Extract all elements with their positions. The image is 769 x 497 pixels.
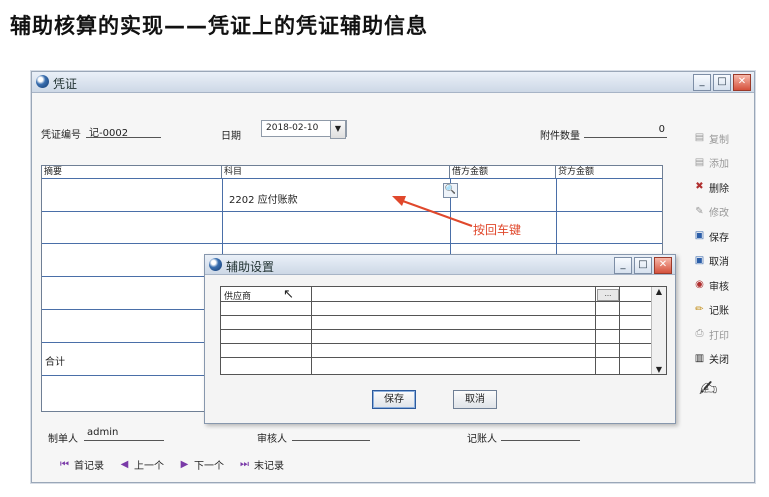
next-record-button[interactable]: ▶ 下一个: [178, 457, 224, 473]
col-header-credit: 贷方金额: [558, 167, 595, 177]
poster-field: [501, 427, 580, 441]
post-icon: ✏: [695, 303, 704, 315]
reviewer-label: 审核人: [257, 434, 287, 445]
aux-minimize-button[interactable]: _: [614, 257, 632, 274]
print-button[interactable]: ⎙ 打印: [693, 322, 753, 347]
audit-icon: ◉: [695, 279, 704, 291]
close-icon: ▥: [694, 352, 705, 364]
edit-icon: ✎: [695, 205, 704, 217]
cancel-icon: ▣: [694, 254, 705, 266]
annotation-text: 按回车键: [473, 223, 522, 237]
app-icon: [209, 258, 222, 271]
slide-title: 辅助核算的实现——凭证上的凭证辅助信息: [10, 14, 428, 38]
save-icon: ▣: [694, 230, 705, 242]
print-icon: ⎙: [695, 328, 704, 340]
voucher-titlebar: 凭证 _ □ ✕: [32, 72, 754, 93]
ledger-icon: ✍: [699, 377, 718, 402]
save-button[interactable]: ▣ 保存: [693, 224, 753, 249]
aux-grid: 供应商 ↖ ... ▲ ▼: [220, 286, 667, 375]
aux-cancel-button[interactable]: 取消: [453, 390, 497, 409]
preparer-field: admin: [84, 427, 164, 441]
post-button[interactable]: ✏ 记账: [693, 298, 753, 323]
maximize-button[interactable]: □: [713, 74, 731, 91]
chevron-down-icon: ▼: [334, 124, 342, 133]
cursor-icon: ↖: [283, 287, 294, 302]
last-record-button[interactable]: ⏭ 末记录: [238, 457, 284, 473]
close-button[interactable]: ✕: [733, 74, 751, 91]
voucher-no-field[interactable]: 记-0002: [86, 124, 161, 139]
aux-first-cell[interactable]: 供应商: [224, 289, 251, 302]
aux-save-button[interactable]: 保存: [372, 390, 416, 409]
minimize-button[interactable]: _: [693, 74, 711, 91]
total-label: 合计: [45, 357, 65, 368]
prev-record-button[interactable]: ◀ 上一个: [118, 457, 164, 473]
date-dropdown-button[interactable]: ▼: [330, 120, 346, 139]
copy-icon: ▤: [694, 132, 705, 144]
audit-button[interactable]: ◉ 审核: [693, 273, 753, 298]
record-navigation: ⏮ 首记录 ◀ 上一个 ▶ 下一个 ⏭ 末记录: [58, 457, 284, 473]
cancel-button[interactable]: ▣ 取消: [693, 249, 753, 274]
next-icon: ▶: [180, 458, 189, 470]
poster-label: 记账人: [467, 434, 497, 445]
col-header-subject: 科目: [222, 166, 450, 178]
preparer-label: 制单人: [48, 434, 78, 445]
delete-icon: ✖: [695, 181, 704, 193]
app-icon: [36, 75, 49, 88]
aux-close-button[interactable]: ✕: [654, 257, 672, 274]
copy-button[interactable]: ▤ 复制: [693, 126, 753, 151]
last-icon: ⏭: [240, 458, 249, 470]
delete-button[interactable]: ✖ 删除: [693, 175, 753, 200]
col-header-debit: 借方金额: [450, 166, 556, 178]
attach-label: 附件数量: [540, 131, 580, 142]
annotation-arrow: [392, 196, 473, 227]
attach-count-field[interactable]: 0: [584, 124, 667, 138]
prev-icon: ◀: [120, 458, 129, 470]
col-header-summary: 摘要: [42, 166, 222, 178]
row1-subject-cell[interactable]: 2202 应付账款: [229, 191, 298, 206]
aux-maximize-button[interactable]: □: [634, 257, 652, 274]
add-button[interactable]: ▤ 添加: [693, 151, 753, 176]
aux-scrollbar[interactable]: ▲ ▼: [651, 287, 666, 374]
aux-settings-dialog: 辅助设置 _ □ ✕ 供应商 ↖ ... ▲ ▼ 保存 取消: [204, 254, 676, 424]
voucher-window-title: 凭证: [53, 77, 78, 91]
close-window-button[interactable]: ▥ 关闭: [693, 347, 753, 372]
scroll-down-icon[interactable]: ▼: [652, 365, 666, 374]
add-icon: ▤: [694, 156, 705, 168]
ellipsis-button[interactable]: ...: [597, 289, 619, 301]
voucher-no-label: 凭证编号: [41, 130, 81, 141]
side-toolbar: ▤ 复制 ▤ 添加 ✖ 删除 ✎ 修改 ▣ 保存 ▣ 取消 ◉ 审核 ✏ 记账 ⎙ 打印 ▥ 关闭 …: [693, 126, 753, 402]
scroll-up-icon[interactable]: ▲: [652, 287, 666, 296]
date-label: 日期: [221, 131, 241, 142]
reviewer-field: [292, 427, 370, 441]
edit-button[interactable]: ✎ 修改: [693, 200, 753, 225]
aux-dialog-title: 辅助设置: [226, 260, 275, 274]
first-icon: ⏮: [60, 458, 69, 470]
aux-dialog-titlebar: 辅助设置 _ □ ✕: [205, 255, 675, 275]
first-record-button[interactable]: ⏮ 首记录: [58, 457, 104, 473]
